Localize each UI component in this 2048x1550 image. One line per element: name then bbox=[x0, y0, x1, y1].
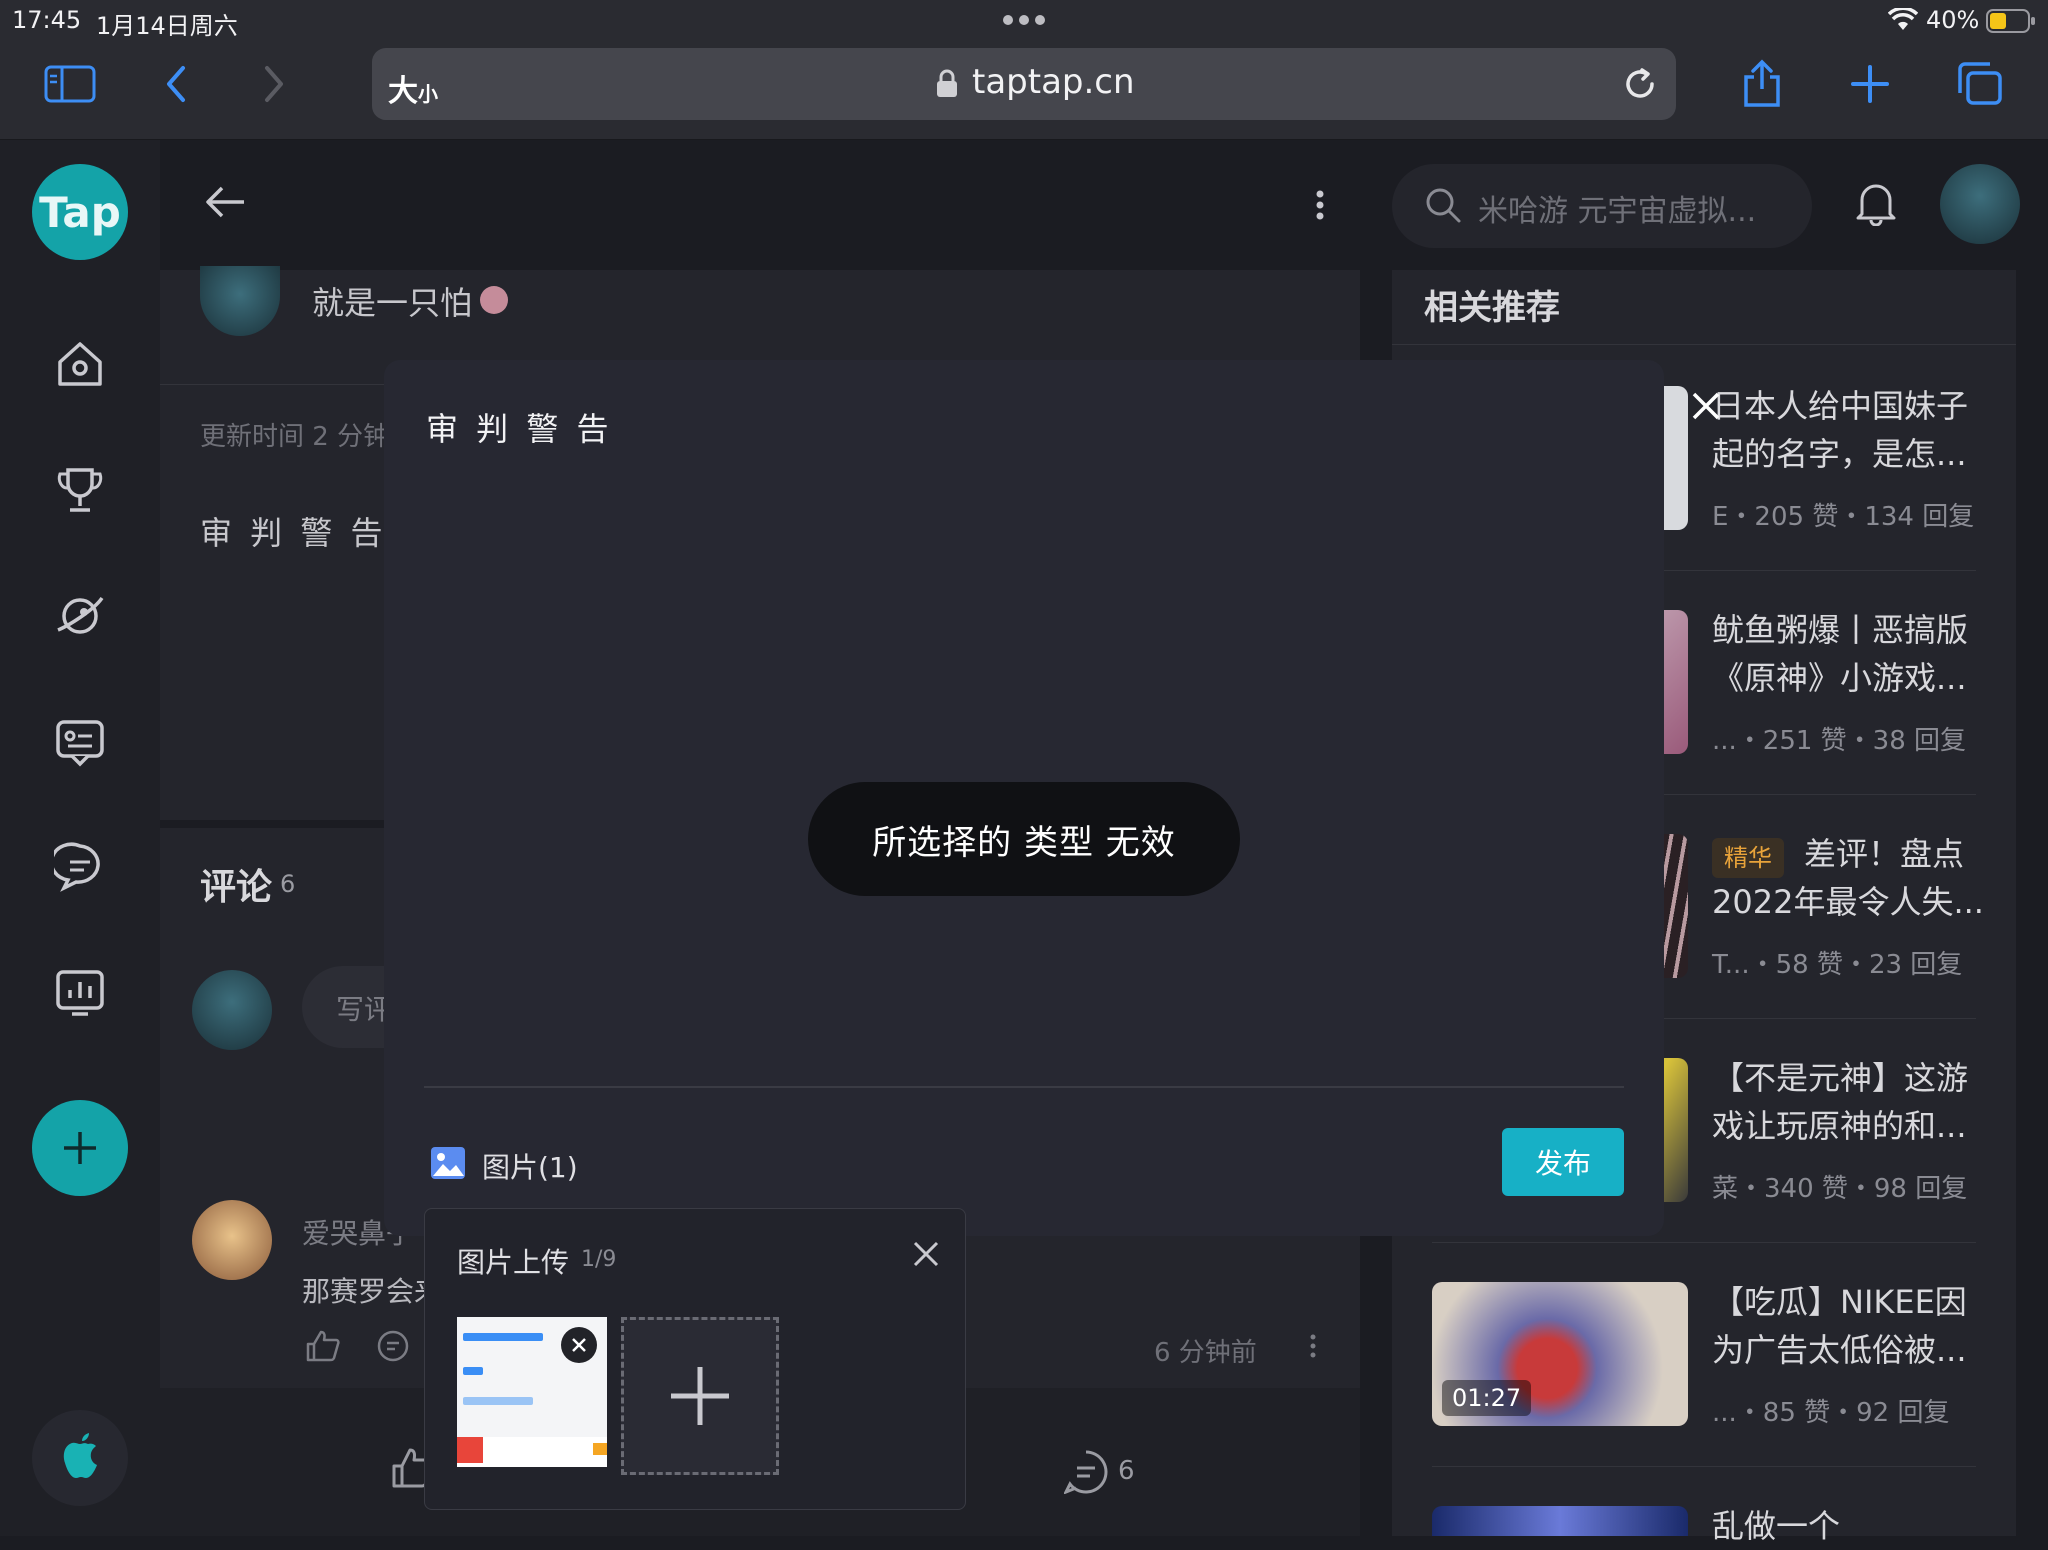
sidebar-toggle-icon[interactable] bbox=[42, 56, 98, 112]
add-image-button[interactable] bbox=[621, 1317, 779, 1475]
uploaded-image-thumbnail[interactable] bbox=[457, 1317, 607, 1467]
publish-button[interactable]: 发布 bbox=[1502, 1128, 1624, 1196]
tabs-overview-icon[interactable] bbox=[1952, 56, 2008, 112]
reload-icon[interactable] bbox=[1622, 66, 1658, 102]
status-time: 17:45 bbox=[12, 6, 82, 34]
status-bar: 17:45 1月14日周六 40% bbox=[0, 0, 2048, 40]
remove-image-icon[interactable] bbox=[561, 1327, 597, 1363]
image-attachment-label[interactable]: 图片(1) bbox=[482, 1146, 578, 1186]
back-icon[interactable] bbox=[148, 56, 204, 112]
status-date: 1月14日周六 bbox=[96, 12, 238, 40]
battery-icon bbox=[1986, 8, 2036, 34]
upload-counter: 1/9 bbox=[581, 1247, 617, 1272]
editor-divider bbox=[424, 1086, 1624, 1088]
upload-title: 图片上传 bbox=[457, 1246, 570, 1279]
image-upload-panel: 图片上传 1/9 bbox=[424, 1208, 966, 1510]
plus-icon bbox=[671, 1367, 729, 1425]
image-icon[interactable] bbox=[430, 1146, 466, 1180]
close-upload-icon[interactable] bbox=[911, 1239, 941, 1269]
editor-title-input[interactable]: 审 判 警 告 bbox=[426, 404, 613, 450]
close-modal-icon[interactable] bbox=[1690, 390, 1722, 422]
share-icon[interactable] bbox=[1734, 56, 1790, 112]
text-size-button[interactable]: 大小 bbox=[388, 66, 438, 110]
lock-icon bbox=[936, 68, 958, 98]
multitasking-dots-icon[interactable] bbox=[1000, 14, 1048, 26]
wifi-icon bbox=[1888, 8, 1918, 32]
battery-percent: 40% bbox=[1926, 6, 1980, 34]
forward-icon[interactable] bbox=[246, 56, 302, 112]
url-text: taptap.cn bbox=[972, 62, 1135, 102]
error-toast: 所选择的 类型 无效 bbox=[808, 782, 1240, 896]
new-tab-icon[interactable] bbox=[1842, 56, 1898, 112]
address-bar[interactable]: 大小 taptap.cn bbox=[372, 48, 1676, 120]
